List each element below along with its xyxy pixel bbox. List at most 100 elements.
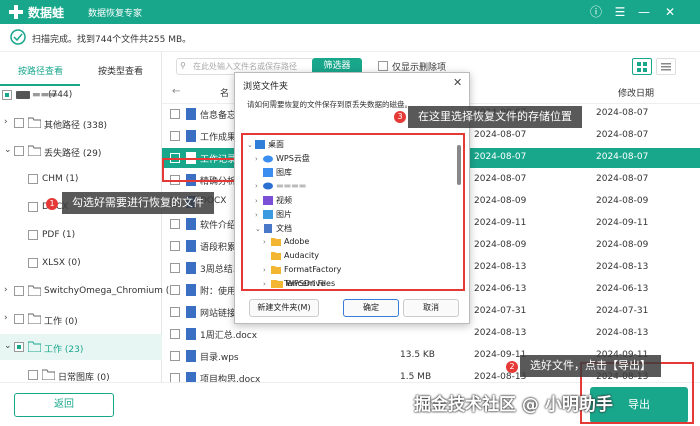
file-icon bbox=[186, 108, 196, 120]
cell-date1: 2024-08-09 bbox=[474, 196, 527, 206]
cell-date2: 2024-08-07 bbox=[596, 108, 649, 118]
back-button[interactable]: 返回 bbox=[14, 393, 114, 417]
tree-checkbox[interactable] bbox=[28, 258, 38, 268]
cell-date1: 2024-08-13 bbox=[474, 372, 527, 382]
tree-item-label: 其他路径 (338) bbox=[44, 121, 108, 131]
folder-icon bbox=[28, 341, 41, 352]
folder-icon bbox=[28, 117, 41, 128]
cell-date2: 2024-08-07 bbox=[596, 130, 649, 140]
minimize-icon[interactable]: — bbox=[636, 4, 652, 20]
tab-by-path[interactable]: 按路径查看 bbox=[18, 64, 63, 77]
cell-size: 1.5 MB bbox=[400, 372, 432, 382]
sidebar: 按路径查看 按类型查看 ▬▬▬ (744) › 其他路径 (338) ⌄ 丢失路… bbox=[0, 52, 175, 383]
file-icon bbox=[186, 284, 196, 296]
dialog-ok-button[interactable]: 确定 bbox=[343, 299, 399, 317]
help-icon[interactable]: ⓘ bbox=[588, 4, 604, 20]
tree-checkbox[interactable] bbox=[28, 370, 38, 380]
tree-item-label: XLSX (0) bbox=[42, 258, 81, 268]
folder-node-wpsdrive[interactable]: WPSDrive bbox=[273, 279, 325, 293]
tree-checkbox[interactable] bbox=[28, 174, 38, 184]
tree-item-chm[interactable]: CHM (1) bbox=[0, 166, 162, 192]
row-checkbox[interactable] bbox=[170, 219, 180, 229]
row-checkbox[interactable] bbox=[170, 109, 180, 119]
cell-date2: 2024-08-09 bbox=[596, 240, 649, 250]
callout-export: 选好文件，点击【导出】 bbox=[520, 355, 661, 377]
close-icon[interactable]: ✕ bbox=[662, 4, 678, 20]
tree-checkbox[interactable] bbox=[14, 342, 24, 352]
cell-date1: 2024-08-13 bbox=[474, 328, 527, 338]
row-checkbox[interactable] bbox=[170, 285, 180, 295]
cell-date1: 2024-07-31 bbox=[474, 306, 527, 316]
row-checkbox[interactable] bbox=[170, 307, 180, 317]
cell-date1: 2024-09-11 bbox=[474, 218, 527, 228]
cell-size: 13.5 KB bbox=[400, 350, 435, 360]
selected-file-outline bbox=[162, 158, 242, 182]
tree-checkbox[interactable] bbox=[14, 146, 24, 156]
row-checkbox[interactable] bbox=[170, 263, 180, 273]
chevron-right-icon[interactable]: › bbox=[4, 286, 12, 295]
tree-item-work-0[interactable]: › 工作 (0) bbox=[0, 306, 162, 332]
chevron-right-icon[interactable]: › bbox=[4, 118, 12, 127]
callout-select-files: 勾选好需要进行恢复的文件 bbox=[62, 192, 214, 214]
chevron-down-icon[interactable]: ⌄ bbox=[4, 342, 12, 351]
folder-icon bbox=[273, 280, 283, 288]
chevron-down-icon[interactable]: ⌄ bbox=[4, 146, 12, 155]
chevron-right-icon[interactable]: › bbox=[4, 314, 12, 323]
search-icon: ⚲ bbox=[180, 61, 186, 70]
tree-checkbox[interactable] bbox=[14, 314, 24, 324]
cell-date1: 2024-08-07 bbox=[474, 152, 527, 162]
list-view-icon[interactable] bbox=[656, 58, 676, 75]
file-icon bbox=[186, 306, 196, 318]
tree-item-pdf[interactable]: PDF (1) bbox=[0, 222, 162, 248]
menu-icon[interactable]: ☰ bbox=[612, 4, 628, 20]
tree-item-label: CHM (1) bbox=[42, 174, 79, 184]
column-header-modified[interactable]: 修改日期 bbox=[618, 86, 654, 99]
grid-view-icon[interactable] bbox=[632, 58, 652, 75]
cell-date2: 2024-08-09 bbox=[596, 196, 649, 206]
row-checkbox[interactable] bbox=[170, 329, 180, 339]
cell-date1: 2024-08-07 bbox=[474, 130, 527, 140]
file-icon bbox=[186, 240, 196, 252]
row-checkbox[interactable] bbox=[170, 351, 180, 361]
tree-item-work-23[interactable]: ⌄ 工作 (23) bbox=[0, 334, 162, 360]
table-row[interactable]: 1周汇总.docx 2024-08-13 2024-08-13 bbox=[162, 324, 700, 344]
file-icon bbox=[186, 328, 196, 340]
folder-icon bbox=[42, 369, 55, 380]
only-deleted-checkbox[interactable] bbox=[378, 61, 388, 71]
cell-date2: 2024-08-13 bbox=[596, 328, 649, 338]
back-arrow-icon[interactable]: ← bbox=[172, 86, 180, 97]
tree-item-label: 丢失路径 (29) bbox=[44, 149, 102, 159]
cell-date2: 2024-06-13 bbox=[596, 284, 649, 294]
app-name: 数据蛙 bbox=[28, 6, 65, 20]
tree-item-switchyomega[interactable]: › SwitchyOmega_Chromium (3 bbox=[0, 278, 175, 304]
root-checkbox[interactable] bbox=[2, 90, 12, 100]
cell-date1: 2024-08-09 bbox=[474, 240, 527, 250]
tree-item-lost-paths[interactable]: ⌄ 丢失路径 (29) bbox=[0, 138, 162, 164]
folder-icon bbox=[28, 285, 41, 296]
cell-name: 目录.wps bbox=[200, 353, 239, 363]
tree-item-label: 工作 (0) bbox=[44, 317, 78, 327]
tree-checkbox[interactable] bbox=[14, 118, 24, 128]
cell-date2: 2024-09-11 bbox=[596, 218, 649, 228]
row-checkbox[interactable] bbox=[170, 241, 180, 251]
cell-date2: 2024-08-13 bbox=[596, 262, 649, 272]
new-folder-button[interactable]: 新建文件夹(M) bbox=[249, 299, 319, 317]
cell-date2: 2024-08-07 bbox=[596, 152, 649, 162]
dialog-cancel-button[interactable]: 取消 bbox=[403, 299, 459, 317]
tree-checkbox[interactable] bbox=[28, 230, 38, 240]
file-icon bbox=[186, 130, 196, 142]
tab-by-type[interactable]: 按类型查看 bbox=[98, 64, 143, 77]
tree-item-xlsx[interactable]: XLSX (0) bbox=[0, 250, 162, 276]
file-icon bbox=[186, 218, 196, 230]
cell-date1: 2024-08-13 bbox=[474, 262, 527, 272]
dialog-close-icon[interactable]: ✕ bbox=[453, 76, 462, 89]
cell-name: 1周汇总.docx bbox=[200, 331, 258, 341]
tree-checkbox[interactable] bbox=[28, 202, 38, 212]
tree-checkbox[interactable] bbox=[14, 286, 24, 296]
column-header-name[interactable]: 名 bbox=[220, 86, 229, 99]
tree-root[interactable]: ▬▬▬ (744) bbox=[0, 82, 162, 108]
tree-item-other-paths[interactable]: › 其他路径 (338) bbox=[0, 110, 162, 136]
folder-icon bbox=[28, 313, 41, 324]
row-checkbox[interactable] bbox=[170, 131, 180, 141]
folder-tree-highlight-outline bbox=[241, 133, 465, 291]
